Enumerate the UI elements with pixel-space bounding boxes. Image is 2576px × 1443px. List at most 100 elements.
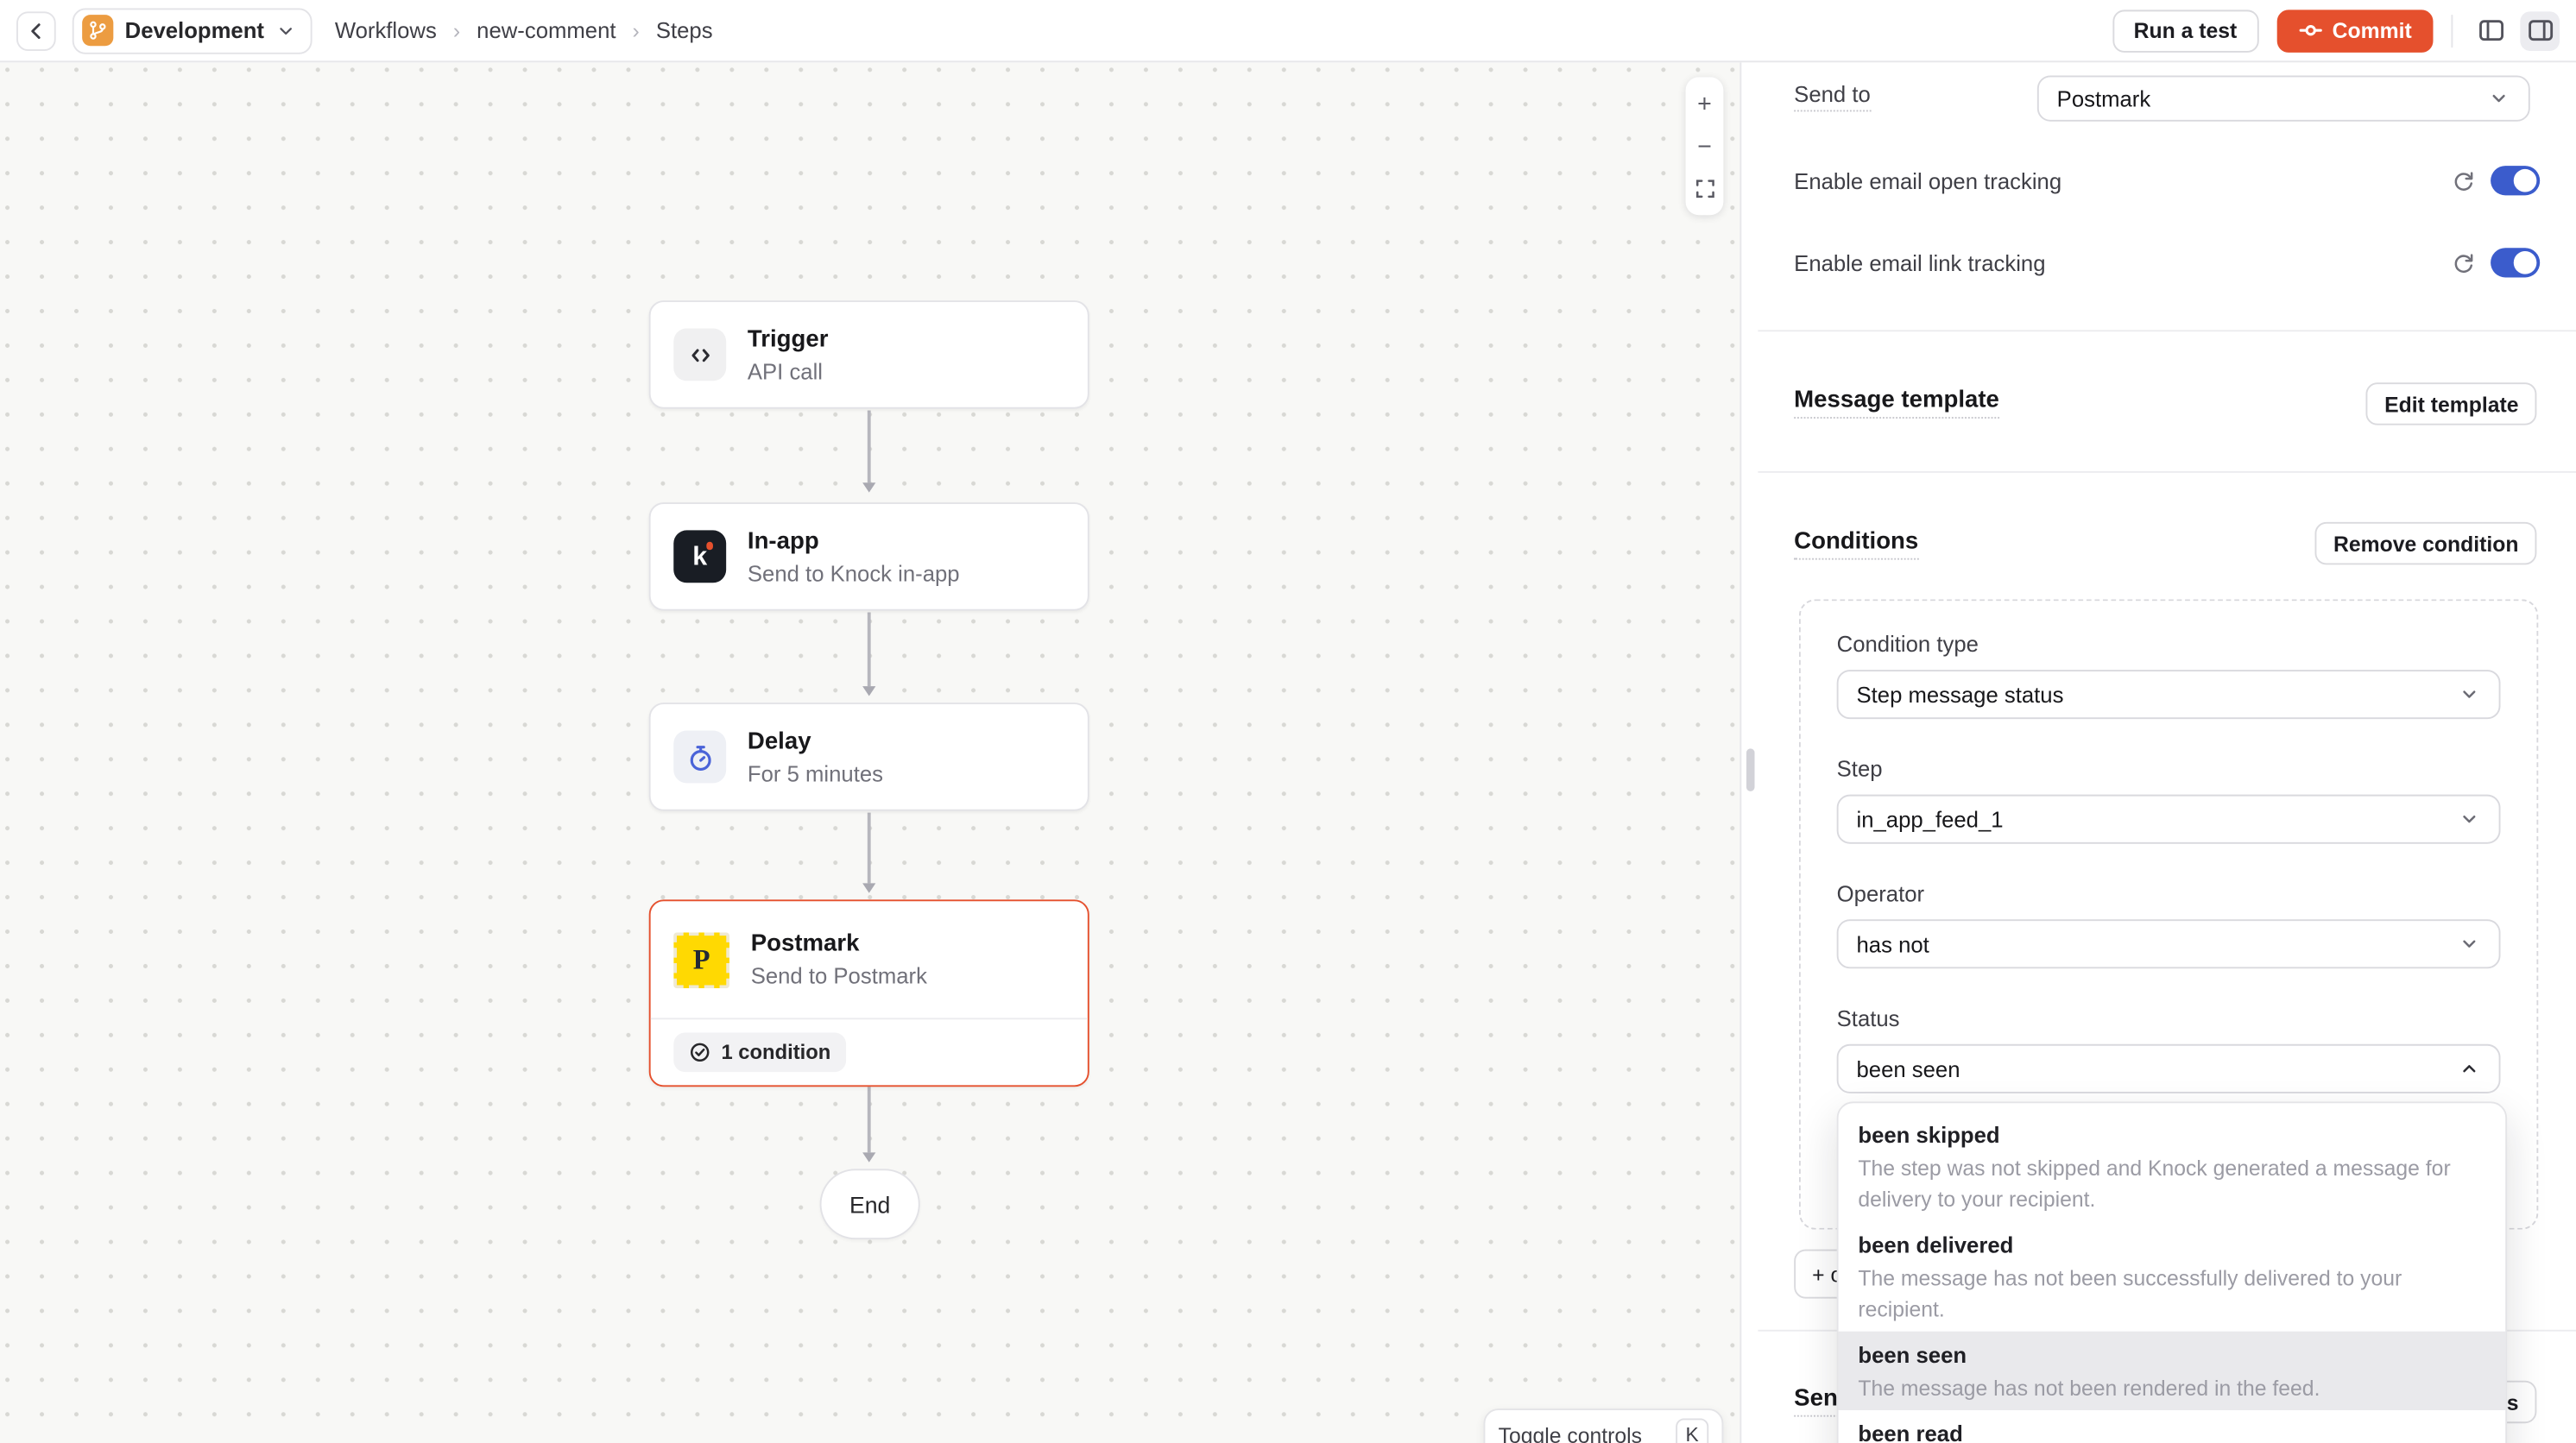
dropdown-option-been-skipped[interactable]: been skippedThe step was not skipped and… — [1839, 1112, 2506, 1221]
git-branch-icon — [82, 15, 113, 46]
check-circle-icon — [688, 1041, 711, 1064]
breadcrumb-separator-icon: › — [633, 18, 640, 43]
knock-icon: k — [673, 530, 726, 583]
arrowhead-icon — [862, 686, 875, 696]
app: Development Workflows›new-comment›Steps … — [0, 0, 2576, 1443]
refresh-icon — [2451, 250, 2476, 275]
field-label: Condition type — [1837, 630, 2501, 658]
condition-field: Status been seen — [1837, 1005, 2501, 1093]
arrowhead-icon — [862, 482, 875, 492]
code-icon — [673, 328, 726, 381]
node-subtitle: Send to Postmark — [751, 962, 927, 990]
fit-view-button[interactable] — [1686, 167, 1724, 210]
step-settings-panel: Send to Postmark Enable email open track… — [1758, 62, 2576, 1443]
workflow-node-delay[interactable]: Delay For 5 minutes — [649, 703, 1089, 811]
panel-resize-handle[interactable] — [1746, 748, 1754, 791]
option-title: been delivered — [1858, 1229, 2485, 1262]
option-title: been skipped — [1858, 1118, 2485, 1151]
chevron-down-icon — [2458, 932, 2481, 955]
arrowhead-icon — [862, 1152, 875, 1162]
arrowhead-icon — [862, 883, 875, 892]
zoom-out-button[interactable]: − — [1686, 125, 1724, 167]
workflow-node-trigger[interactable]: TriggerAPI call — [649, 300, 1089, 409]
toggle-label: Enable email link tracking — [1794, 250, 2045, 275]
node-title: In-app — [748, 526, 960, 556]
divider — [2451, 14, 2453, 47]
toggle-right-panel-button[interactable] — [2520, 10, 2560, 50]
end-node[interactable]: End — [820, 1169, 920, 1239]
node-title: Delay — [748, 727, 883, 756]
step-select[interactable]: in_app_feed_1 — [1837, 795, 2501, 844]
keyboard-shortcut-badge: K — [1676, 1419, 1708, 1443]
condition-field: Condition type Step message status — [1837, 630, 2501, 719]
canvas-zoom-controls: + − — [1686, 77, 1724, 215]
top-bar-actions: Run a test Commit — [2112, 9, 2560, 51]
connector-arrow — [859, 411, 879, 493]
workflow-node-postmark[interactable]: PPostmarkSend to Postmark1 condition — [649, 899, 1089, 1087]
workflow-node-in_app[interactable]: kIn-appSend to Knock in-app — [649, 502, 1089, 611]
status-dropdown: been skippedThe step was not skipped and… — [1837, 1101, 2507, 1443]
top-bar: Development Workflows›new-comment›Steps … — [0, 0, 2576, 62]
send-windows-heading: Sen — [1794, 1385, 1838, 1416]
status-select[interactable]: been seen — [1837, 1044, 2501, 1093]
remove-condition-button[interactable]: Remove condition — [2315, 522, 2536, 564]
select-value: Step message status — [1857, 682, 2064, 707]
breadcrumb-item-new-comment[interactable]: new-comment — [477, 18, 616, 43]
breadcrumb-item-Steps[interactable]: Steps — [656, 18, 713, 43]
condition-field: Step in_app_feed_1 — [1837, 755, 2501, 844]
panel-left-icon — [2477, 16, 2504, 44]
dropdown-option-been-delivered[interactable]: been deliveredThe message has not been s… — [1839, 1221, 2506, 1331]
commit-label: Commit — [2333, 18, 2412, 43]
option-description: The message has not been successfully de… — [1858, 1262, 2485, 1324]
toggle-switch[interactable] — [2491, 248, 2540, 277]
node-subtitle: For 5 minutes — [748, 759, 883, 787]
field-label: Status — [1837, 1005, 2501, 1032]
select-value: been seen — [1857, 1056, 1960, 1081]
toggle-row: Enable email link tracking — [1794, 240, 2540, 286]
condition-fields: Condition type Step message status Step in_… — [1837, 630, 2501, 1093]
connector-arrow — [859, 613, 879, 696]
toggle-label: Enable email open tracking — [1794, 168, 2061, 193]
breadcrumb: Workflows › new-comment › Steps — [335, 18, 713, 43]
stopwatch-icon — [673, 730, 726, 783]
send-to-select[interactable]: Postmark — [2037, 76, 2530, 122]
environment-switcher[interactable]: Development — [73, 8, 312, 54]
plus-icon: + — [1697, 90, 1712, 117]
chevron-down-icon — [2458, 808, 2481, 831]
breadcrumb-item-Workflows[interactable]: Workflows — [335, 18, 437, 43]
condition-count-badge: 1 condition — [673, 1032, 845, 1072]
operator-select[interactable]: has not — [1837, 919, 2501, 968]
condition-field: Operator has not — [1837, 880, 2501, 969]
select-value: in_app_feed_1 — [1857, 807, 2004, 832]
condition-type-select[interactable]: Step message status — [1837, 670, 2501, 719]
send-to-value: Postmark — [2057, 86, 2151, 111]
dropdown-option-been-seen[interactable]: been seenThe message has not been render… — [1839, 1332, 2506, 1410]
field-label: Step — [1837, 755, 2501, 783]
refresh-icon — [2451, 168, 2476, 193]
postmark-stamp-icon: P — [673, 931, 729, 987]
chevron-up-icon — [2458, 1057, 2481, 1081]
dropdown-option-been-read[interactable]: been read — [1839, 1410, 2506, 1443]
message-template-heading: Message template — [1794, 388, 1999, 419]
field-label: Operator — [1837, 880, 2501, 908]
toggle-switch[interactable] — [2491, 166, 2540, 195]
chevron-down-icon — [2458, 683, 2481, 706]
back-button[interactable] — [16, 10, 56, 50]
chevron-left-icon — [25, 19, 48, 42]
zoom-in-button[interactable]: + — [1686, 82, 1724, 124]
toggle-controls-button[interactable]: Toggle controls K — [1483, 1408, 1723, 1443]
toggle-controls-label: Toggle controls — [1499, 1422, 1642, 1443]
run-a-test-button[interactable]: Run a test — [2112, 9, 2258, 51]
connector-arrow — [859, 813, 879, 893]
option-description: The message has not been rendered in the… — [1858, 1371, 2485, 1402]
toggle-left-panel-button[interactable] — [2471, 10, 2510, 50]
workflow-canvas[interactable]: + − TriggerAPI callkIn-appSend to Knock … — [0, 62, 1739, 1443]
breadcrumb-separator-icon: › — [453, 18, 460, 43]
environment-label: Development — [125, 18, 264, 43]
edit-template-button[interactable]: Edit template — [2366, 382, 2536, 425]
divider — [1758, 471, 2576, 473]
minus-icon: − — [1697, 132, 1712, 160]
commit-button[interactable]: Commit — [2276, 9, 2434, 51]
git-commit-icon — [2298, 18, 2323, 43]
node-subtitle: API call — [748, 357, 829, 385]
